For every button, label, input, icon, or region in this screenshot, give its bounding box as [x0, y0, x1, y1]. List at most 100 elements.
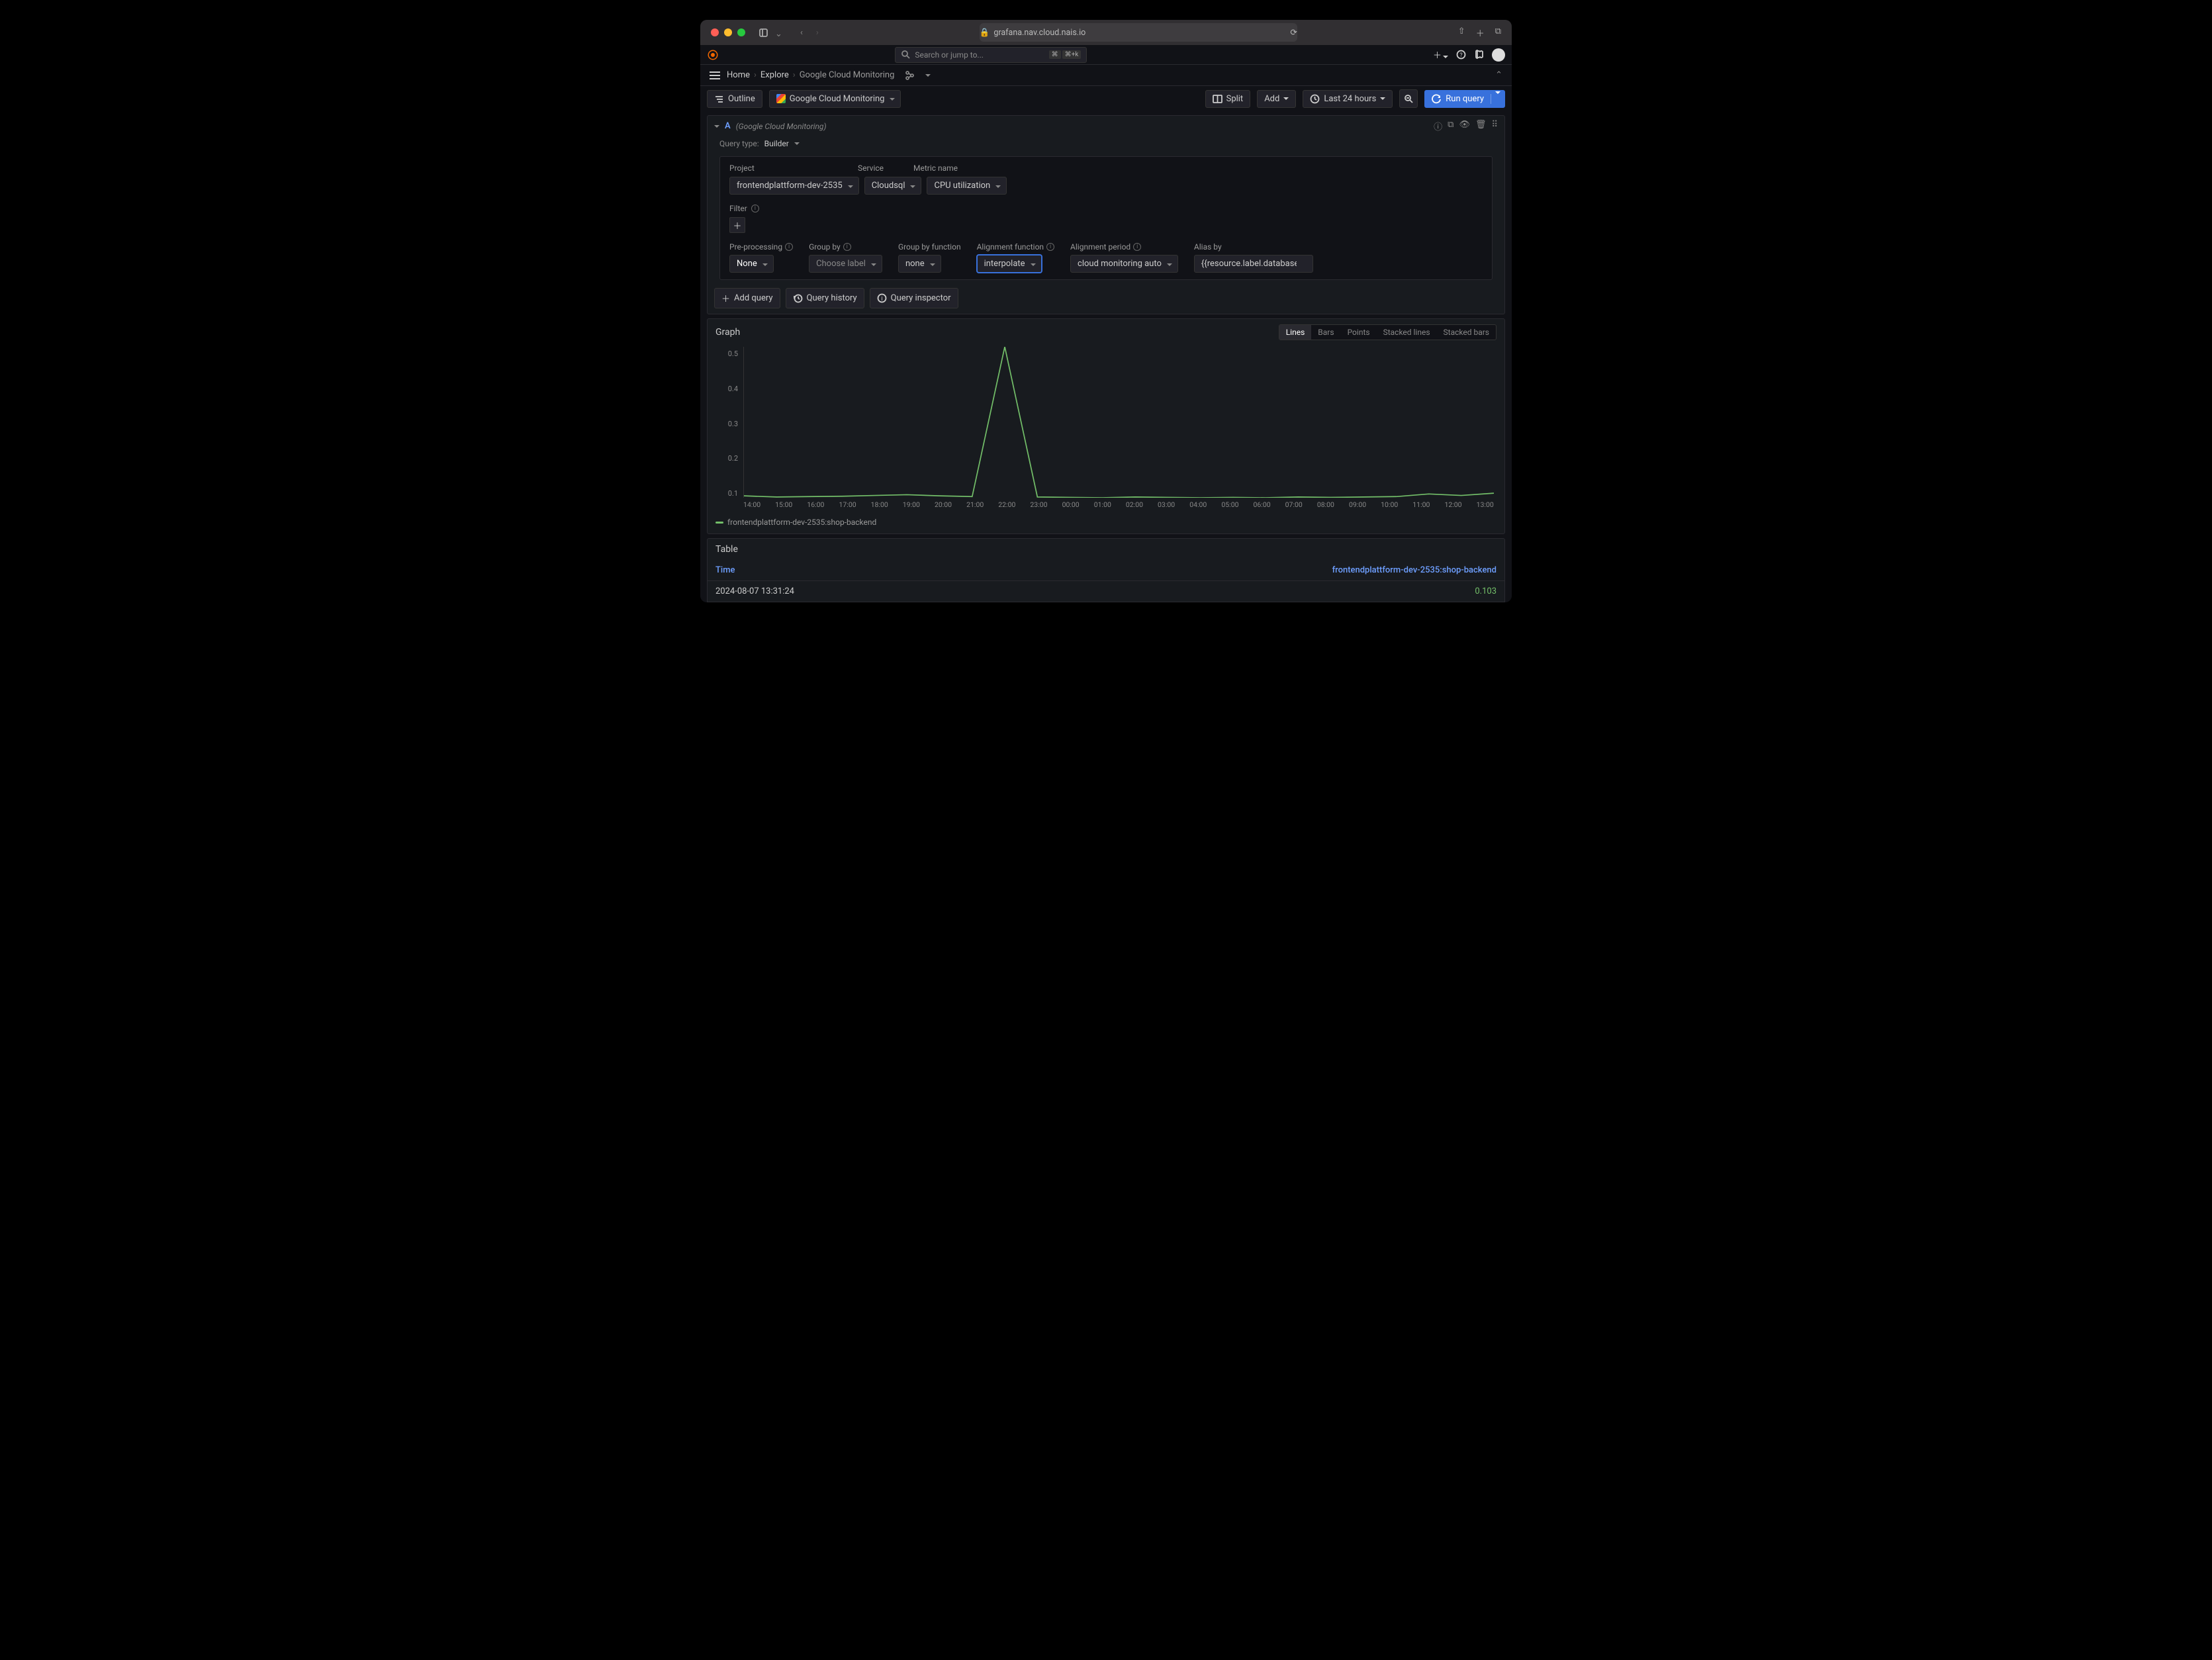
grafana-logo-icon[interactable] [707, 49, 719, 61]
chevron-down-icon[interactable]: ⌄ [775, 29, 782, 36]
info-icon[interactable]: i [843, 243, 851, 251]
sidebar-toggle-icon[interactable] [759, 28, 768, 38]
groupfn-select[interactable]: none [898, 255, 941, 273]
query-inspector-button[interactable]: i Query inspector [870, 288, 958, 308]
legend-label: frontendplattform-dev-2535:shop-backend [727, 518, 876, 527]
delete-query-icon[interactable]: 🗑 [1475, 120, 1487, 132]
run-query-button[interactable]: Run query [1424, 90, 1505, 108]
refresh-icon [1432, 94, 1442, 104]
tab-stacked-lines[interactable]: Stacked lines [1377, 325, 1437, 340]
info-icon[interactable]: i [1133, 243, 1141, 251]
data-table: Time frontendplattform-dev-2535:shop-bac… [708, 560, 1504, 602]
outline-button[interactable]: Outline [707, 90, 762, 108]
line-chart-svg [744, 347, 1494, 498]
traffic-lights[interactable] [711, 28, 745, 36]
preproc-select[interactable]: None [729, 255, 774, 273]
url-text: grafana.nav.cloud.nais.io [993, 28, 1085, 38]
nav-back-icon[interactable]: ‹ [800, 28, 803, 38]
maximize-window[interactable] [737, 28, 745, 36]
alias-input[interactable] [1194, 255, 1313, 273]
breadcrumb: Home › Explore › Google Cloud Monitoring [727, 70, 894, 80]
project-label: Project [729, 163, 849, 173]
close-window[interactable] [711, 28, 719, 36]
url-bar[interactable]: 🔒 grafana.nav.cloud.nais.io ⟳ [980, 23, 1297, 42]
chart-plot [743, 347, 1494, 498]
legend-swatch [715, 522, 723, 524]
history-icon [793, 293, 803, 303]
svg-text:i: i [881, 296, 882, 302]
groupby-select[interactable]: Choose label [809, 255, 882, 273]
add-filter-button[interactable]: ＋ [729, 217, 745, 233]
groupby-label: Group by [809, 242, 841, 252]
alignfn-label: Alignment function [977, 242, 1044, 252]
alias-label: Alias by [1194, 242, 1222, 252]
cell-value: 0.103 [1404, 586, 1497, 596]
metric-settings: Project Service Metric name frontendplat… [719, 156, 1493, 280]
search-icon [901, 50, 911, 60]
reload-icon[interactable]: ⟳ [1290, 27, 1297, 38]
alignperiod-label: Alignment period [1070, 242, 1130, 252]
col-time[interactable]: Time [715, 565, 1332, 575]
global-search[interactable]: Search or jump to... ⌘⌘+k [895, 47, 1087, 63]
service-label: Service [858, 163, 904, 173]
collapse-query-icon[interactable] [714, 125, 719, 128]
chart-area[interactable]: 0.10.20.30.40.5 14:0015:0016:0017:0018:0… [714, 347, 1498, 512]
info-icon[interactable]: i [785, 243, 793, 251]
datasource-picker[interactable]: Google Cloud Monitoring [769, 90, 901, 108]
share-icon[interactable]: ⇧ [1458, 26, 1465, 39]
split-button[interactable]: Split [1205, 90, 1251, 108]
svg-text:?: ? [1459, 52, 1462, 59]
menu-toggle-icon[interactable] [710, 71, 720, 79]
breadcrumb-row: Home › Explore › Google Cloud Monitoring… [700, 65, 1512, 86]
share-link-icon[interactable] [905, 70, 915, 80]
info-icon[interactable]: i [751, 205, 759, 212]
filter-label: Filter [729, 204, 747, 213]
groupfn-label: Group by function [898, 242, 961, 252]
explore-toolbar: Outline Google Cloud Monitoring Split Ad… [700, 86, 1512, 111]
chevron-down-icon[interactable] [794, 142, 800, 145]
drag-handle-icon[interactable]: ⠿ [1491, 120, 1498, 132]
tab-bars[interactable]: Bars [1311, 325, 1340, 340]
query-type-label: Query type: [719, 139, 759, 148]
inspector-icon: i [877, 293, 887, 303]
graph-panel: Graph Lines Bars Points Stacked lines St… [707, 318, 1505, 534]
tabs-icon[interactable]: ⧉ [1495, 26, 1501, 39]
query-history-button[interactable]: Query history [786, 288, 864, 308]
info-icon[interactable]: i [1046, 243, 1054, 251]
breadcrumb-home[interactable]: Home [727, 70, 750, 80]
zoom-out-button[interactable] [1399, 89, 1418, 108]
new-tab-icon[interactable]: ＋ [1476, 26, 1485, 39]
col-value[interactable]: frontendplattform-dev-2535:shop-backend [1332, 565, 1497, 575]
tab-lines[interactable]: Lines [1279, 325, 1312, 340]
run-query-dropdown[interactable] [1491, 94, 1500, 104]
chevron-down-icon [1380, 97, 1385, 100]
add-query-button[interactable]: ＋ Add query [714, 288, 780, 308]
add-menu-icon[interactable]: ＋ [1433, 48, 1448, 61]
chart-legend[interactable]: frontendplattform-dev-2535:shop-backend [708, 515, 1504, 533]
grafana-topbar: Search or jump to... ⌘⌘+k ＋ ? [700, 45, 1512, 65]
metric-select[interactable]: CPU utilization [927, 177, 1007, 195]
duplicate-query-icon[interactable]: ⧉ [1448, 120, 1453, 132]
tab-stacked-bars[interactable]: Stacked bars [1437, 325, 1496, 340]
alignperiod-select[interactable]: cloud monitoring auto [1070, 255, 1178, 273]
query-type-value[interactable]: Builder [764, 139, 789, 148]
table-panel: Table Time frontendplattform-dev-2535:sh… [707, 538, 1505, 602]
news-icon[interactable] [1474, 50, 1484, 60]
breadcrumb-explore[interactable]: Explore [760, 70, 789, 80]
chevron-down-icon[interactable] [925, 74, 931, 77]
table-row[interactable]: 2024-08-07 13:31:240.103 [708, 580, 1504, 602]
time-range-picker[interactable]: Last 24 hours [1303, 90, 1393, 108]
search-placeholder: Search or jump to... [915, 50, 984, 60]
project-select[interactable]: frontendplattform-dev-2535 [729, 177, 859, 195]
user-avatar[interactable] [1492, 48, 1505, 62]
alignfn-select[interactable]: interpolate [977, 255, 1042, 273]
help-icon[interactable]: ? [1456, 50, 1466, 60]
query-help-icon[interactable]: ⓘ [1434, 120, 1442, 132]
table-title: Table [715, 544, 738, 555]
tab-points[interactable]: Points [1341, 325, 1377, 340]
add-button[interactable]: Add [1257, 90, 1296, 108]
toggle-query-icon[interactable]: 👁 [1459, 120, 1470, 132]
collapse-panel-icon[interactable]: ⌃ [1495, 70, 1502, 80]
service-select[interactable]: Cloudsql [864, 177, 922, 195]
minimize-window[interactable] [724, 28, 732, 36]
